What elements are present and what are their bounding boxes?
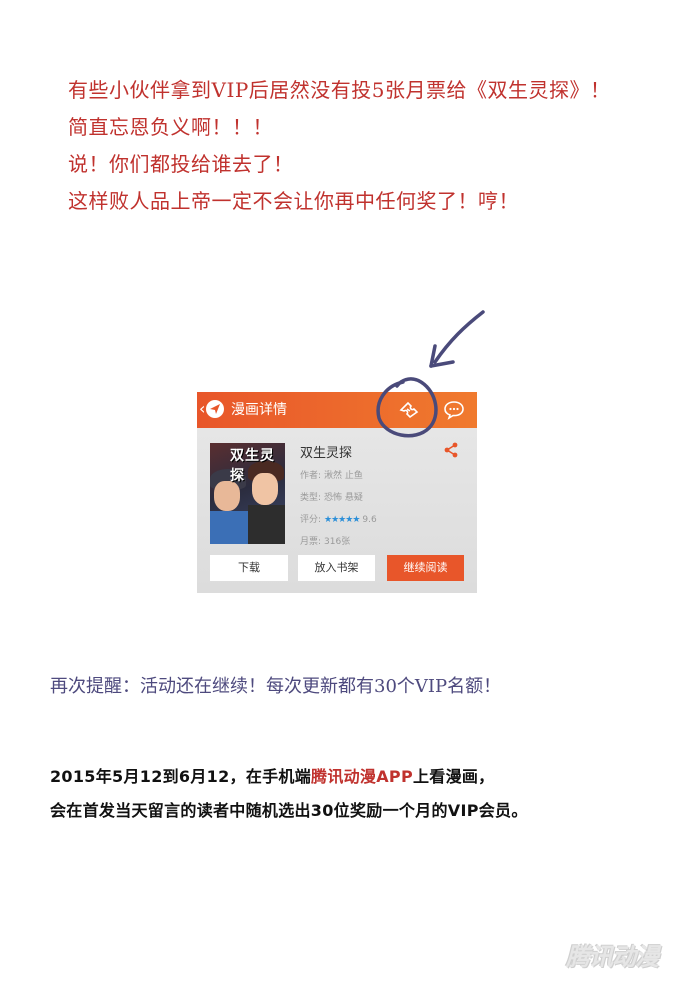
reminder-text: 再次提醒：活动还在继续！每次更新都有30个VIP名额！ xyxy=(50,676,502,697)
logo-circle-icon xyxy=(206,400,224,418)
hand-drawn-annotation xyxy=(376,310,485,438)
event-line-1: 2015年5月12到6月12，在手机端腾讯动漫APP上看漫画， xyxy=(50,760,528,794)
author-value: 湫然 止鱼 xyxy=(324,471,363,481)
event-line-1-post: 上看漫画， xyxy=(412,767,495,786)
rating-row: 评分: ★★★★★ 9.6 xyxy=(300,512,377,525)
event-text-block: 2015年5月12到6月12，在手机端腾讯动漫APP上看漫画， 会在首发当天留言… xyxy=(50,760,528,828)
app-name-highlight: 腾讯动漫APP xyxy=(311,767,413,786)
continue-reading-button[interactable]: 继续阅读 xyxy=(387,555,464,581)
back-button[interactable]: ‹ xyxy=(199,399,224,420)
author-label: 作者: xyxy=(300,471,322,481)
rating-label: 评分: xyxy=(300,515,322,525)
intro-line-1: 有些小伙伴拿到VIP后居然没有投5张月票给《双生灵探》！ xyxy=(68,78,611,102)
type-label: 类型: xyxy=(300,493,322,503)
event-line-2: 会在首发当天留言的读者中随机选出30位奖励一个月的VIP会员。 xyxy=(50,801,528,820)
comic-title: 双生灵探 xyxy=(300,446,353,461)
tickets-label: 月票: xyxy=(300,537,322,547)
header-title: 漫画详情 xyxy=(231,402,287,418)
event-line-1-pre: 2015年5月12到6月12，在手机端 xyxy=(50,767,312,786)
intro-line-4: 这样败人品上帝一定不会让你再中任何奖了！哼！ xyxy=(68,189,519,213)
author-row: 作者: 湫然 止鱼 xyxy=(300,468,363,481)
tickets-value: 316张 xyxy=(324,537,351,547)
back-arrow-icon: ‹ xyxy=(199,399,206,418)
comic-cover-image[interactable]: 双生灵探 xyxy=(210,443,285,544)
watermark-logo: 腾讯动漫 xyxy=(566,943,659,971)
type-row: 类型: 恐怖 悬疑 xyxy=(300,490,363,503)
intro-text-block: 有些小伙伴拿到VIP后居然没有投5张月票给《双生灵探》！ 简直忘恩负义啊！！！ … xyxy=(68,72,611,220)
add-to-shelf-button[interactable]: 放入书架 xyxy=(298,555,375,581)
intro-line-3: 说！你们都投给谁去了！ xyxy=(68,152,294,176)
cover-title: 双生灵探 xyxy=(230,448,275,484)
type-value: 恐怖 悬疑 xyxy=(324,493,363,503)
download-button[interactable]: 下载 xyxy=(210,555,288,581)
rating-stars-icon: ★★★★★ xyxy=(324,515,360,525)
rating-value: 9.6 xyxy=(362,515,377,525)
intro-line-2: 简直忘恩负义啊！！！ xyxy=(68,115,273,139)
tickets-row: 月票: 316张 xyxy=(300,534,350,547)
detail-body: 双生灵探 双生灵探 作者: 湫然 止鱼 类型: 恐怖 悬疑 评分: ★★★★★ 9.6 … xyxy=(197,428,477,593)
